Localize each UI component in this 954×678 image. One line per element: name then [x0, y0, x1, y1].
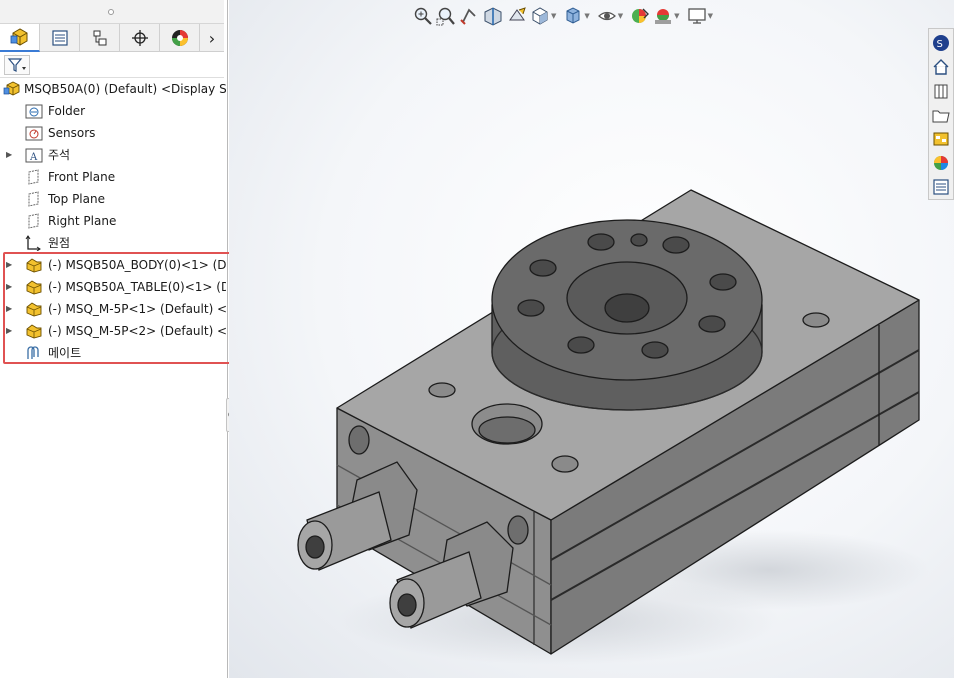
tab-dimxpert-manager[interactable]	[120, 24, 160, 52]
tree-item-label: 원점	[48, 236, 71, 250]
origin-icon	[25, 235, 41, 251]
custom-properties-tab[interactable]	[930, 176, 952, 197]
filter-icon	[7, 58, 26, 72]
feature-manager-icon	[10, 28, 27, 46]
tree-item-label: Top Plane	[48, 192, 105, 206]
tree-item-annotations[interactable]: ▶ A 주석	[0, 144, 226, 166]
assembly-icon	[3, 81, 20, 96]
design-library-icon	[934, 84, 948, 98]
plane-icon	[28, 169, 39, 185]
home-icon	[933, 58, 949, 75]
tab-property-manager[interactable]	[40, 24, 80, 52]
view-palette-icon	[933, 132, 949, 145]
task-pane-tabs: S	[928, 28, 954, 200]
filter-row	[0, 52, 224, 78]
tree-root-label: MSQB50A(0) (Default) <Display State	[24, 82, 226, 96]
sensors-icon	[25, 126, 43, 141]
rotary-table	[491, 219, 763, 411]
plane-icon	[28, 191, 39, 207]
tree-root-assembly[interactable]: MSQB50A(0) (Default) <Display State	[0, 78, 226, 100]
view-palette-tab[interactable]	[930, 128, 952, 149]
tree-item-label: Folder	[48, 104, 86, 118]
tab-feature-manager[interactable]	[0, 24, 40, 52]
plane-icon	[28, 213, 39, 229]
appearances-icon	[934, 155, 948, 170]
svg-text:S: S	[937, 39, 943, 50]
graphics-area[interactable]: ▼ ▼ ▼ ▼ ▼ S	[229, 0, 954, 678]
manager-tab-bar: ›	[0, 24, 224, 52]
svg-text:A: A	[29, 152, 38, 163]
feature-manager-panel: › MSQB50A(0) (Default) <Display State Fo…	[0, 0, 241, 678]
tree-item-front-plane[interactable]: Front Plane	[0, 166, 226, 188]
expand-arrow-icon[interactable]: ▶	[6, 144, 14, 166]
tab-configuration-manager[interactable]	[80, 24, 120, 52]
tab-scroll-right-icon[interactable]: ›	[200, 24, 224, 52]
filter-button[interactable]	[4, 55, 30, 75]
design-library-tab[interactable]	[930, 80, 952, 101]
annotations-icon: A	[25, 148, 43, 163]
tree-item-folder[interactable]: Folder	[0, 100, 226, 122]
tree-item-sensors[interactable]: Sensors	[0, 122, 226, 144]
tree-item-label: 주석	[48, 148, 71, 162]
dimxpert-manager-icon	[131, 30, 148, 46]
rotary-actuator-model[interactable]	[229, 0, 954, 678]
grip-dot-icon	[108, 9, 114, 15]
highlight-annotation-box	[3, 252, 241, 364]
tree-item-right-plane[interactable]: Right Plane	[0, 210, 226, 232]
custom-properties-icon	[933, 178, 949, 195]
appearances-tab[interactable]	[930, 152, 952, 173]
solidworks-resources-icon: S	[933, 34, 949, 51]
configuration-manager-icon	[93, 30, 106, 46]
display-manager-icon	[171, 30, 188, 46]
tree-item-label: Front Plane	[48, 170, 116, 184]
solidworks-resources-tab[interactable]: S	[930, 32, 952, 53]
property-manager-icon	[51, 30, 68, 46]
panel-grip[interactable]	[0, 0, 224, 24]
tree-item-origin[interactable]: 원점	[0, 232, 226, 254]
file-explorer-icon	[932, 110, 950, 122]
tree-item-top-plane[interactable]: Top Plane	[0, 188, 226, 210]
file-explorer-tab[interactable]	[930, 104, 952, 125]
tab-display-manager[interactable]	[160, 24, 200, 52]
home-tab[interactable]	[930, 56, 952, 77]
folder-icon	[25, 104, 43, 119]
tree-item-label: Sensors	[48, 126, 96, 140]
tree-item-label: Right Plane	[48, 214, 117, 228]
